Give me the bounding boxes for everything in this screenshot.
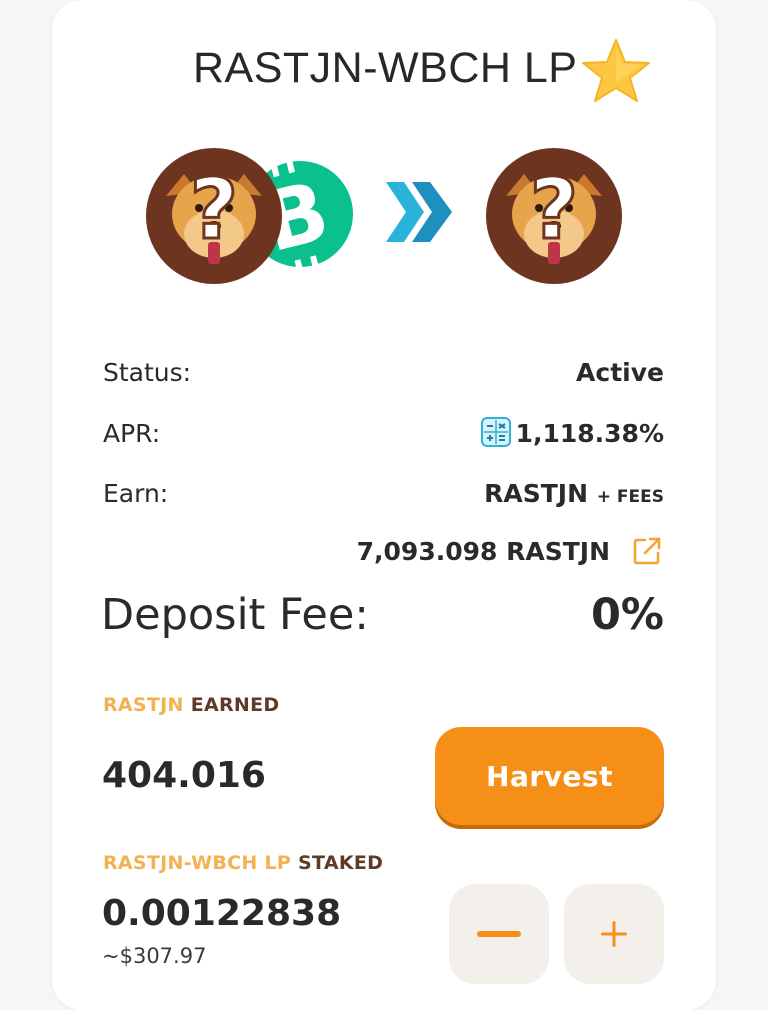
earn-fees-suffix: + FEES	[596, 487, 664, 507]
apr-value: 1,118.38%	[515, 419, 664, 448]
stake-button[interactable]	[564, 884, 664, 984]
status-value: Active	[576, 358, 664, 387]
pool-header: RASTJN-WBCH LP	[0, 38, 768, 102]
earn-value: RASTJN + FEES	[484, 479, 664, 508]
earned-suffix-label: EARNED	[190, 694, 280, 716]
earn-label: Earn:	[103, 479, 169, 508]
dog-question-token-icon: ?	[146, 148, 282, 284]
plus-icon	[601, 921, 627, 947]
staked-token-label: RASTJN-WBCH LP	[103, 852, 292, 874]
calculator-icon[interactable]	[481, 417, 511, 447]
svg-text:?: ?	[530, 160, 579, 258]
external-link-icon[interactable]	[632, 536, 662, 566]
staked-amount: 0.00122838	[102, 893, 342, 934]
double-chevron-right-icon	[386, 182, 452, 242]
status-label: Status:	[103, 358, 192, 387]
deposit-fee-value: 0%	[590, 590, 664, 640]
apr-label: APR:	[103, 419, 161, 448]
deposit-fee-label: Deposit Fee:	[101, 590, 369, 640]
earned-amount: 404.016	[102, 755, 266, 796]
staked-usd-value: ~$307.97	[102, 944, 207, 968]
minus-icon	[477, 931, 521, 937]
staked-section-label: RASTJN-WBCH LP STAKED	[103, 852, 383, 874]
harvest-button[interactable]: Harvest	[435, 727, 664, 825]
pool-title: RASTJN-WBCH LP	[193, 44, 578, 92]
earn-token: RASTJN	[484, 479, 589, 508]
total-rewards: 7,093.098 RASTJN	[356, 537, 610, 566]
svg-text:?: ?	[190, 160, 239, 258]
earned-section-label: RASTJN EARNED	[103, 694, 279, 716]
staked-suffix-label: STAKED	[298, 852, 384, 874]
dog-question-token-icon: ?	[486, 148, 622, 284]
star-icon[interactable]	[578, 38, 654, 104]
unstake-button[interactable]	[449, 884, 549, 984]
earned-token-label: RASTJN	[103, 694, 184, 716]
